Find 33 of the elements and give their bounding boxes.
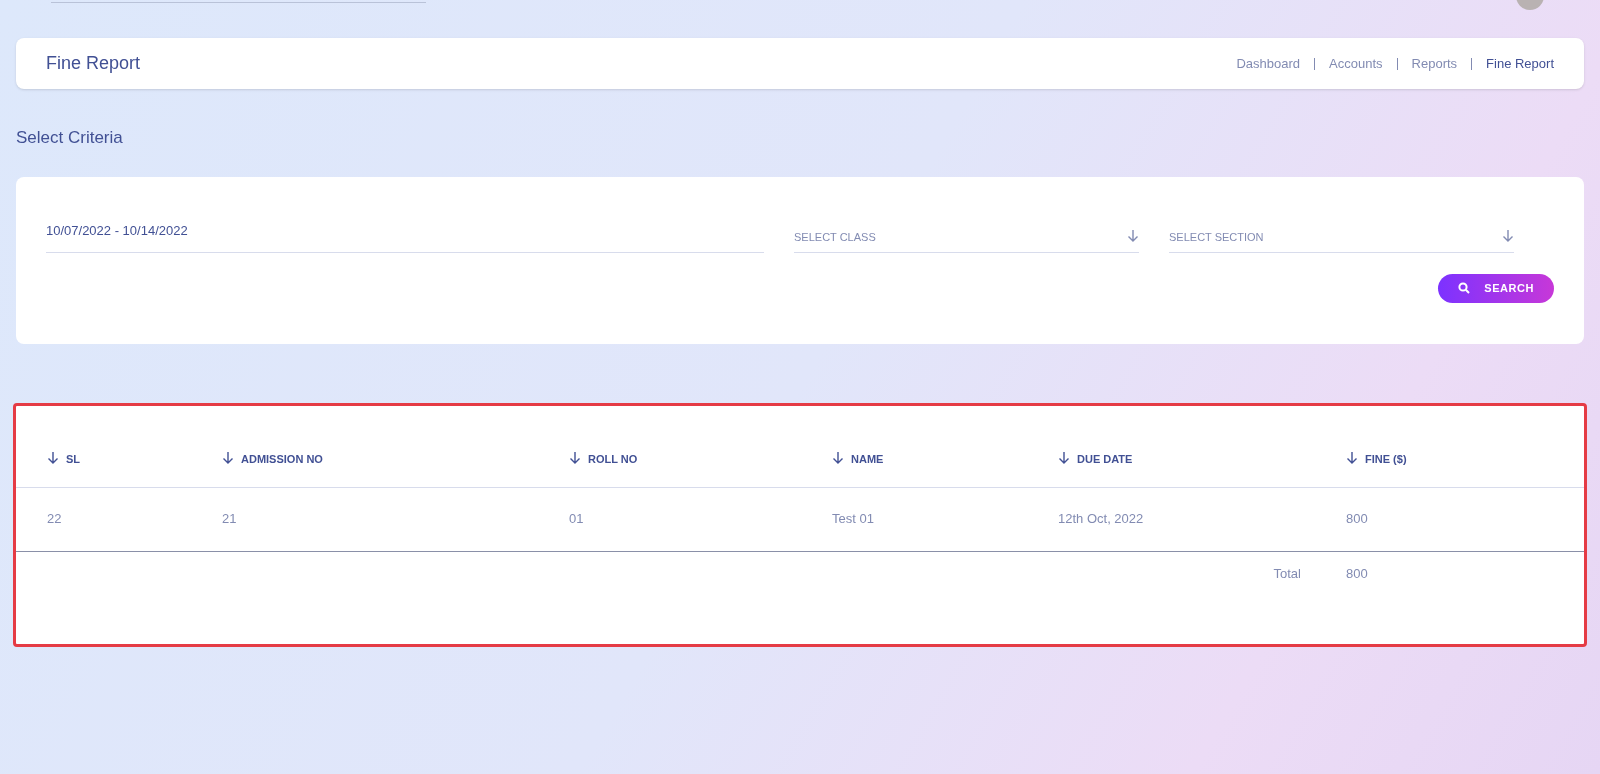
- down-arrow-icon: [1127, 228, 1139, 242]
- table-cell-text: Test 01: [832, 510, 874, 529]
- sort-arrow-icon: [47, 450, 59, 464]
- column-header[interactable]: ROLL NO: [569, 450, 638, 467]
- table-cell-text: 800: [1346, 510, 1368, 529]
- breadcrumb-link[interactable]: Reports: [1411, 53, 1458, 74]
- table-cell-text: 21: [222, 510, 237, 529]
- table-cell-text: 22: [47, 510, 62, 529]
- page-title: Fine Report: [46, 52, 141, 75]
- column-header[interactable]: DUE DATE: [1058, 450, 1133, 467]
- breadcrumb-link[interactable]: Accounts: [1329, 53, 1383, 74]
- sort-arrow-icon: [1346, 450, 1358, 464]
- breadcrumb-link[interactable]: Dashboard: [1236, 53, 1301, 74]
- section-heading: Select Criteria: [16, 127, 124, 149]
- column-header[interactable]: FINE ($): [1346, 450, 1407, 467]
- sort-arrow-icon: [569, 450, 581, 464]
- breadcrumb-link[interactable]: Fine Report: [1486, 53, 1554, 74]
- column-header[interactable]: SL: [47, 450, 81, 467]
- search-button[interactable]: SEARCH: [1438, 273, 1554, 303]
- column-header[interactable]: NAME: [832, 450, 884, 467]
- table-cell-text: 12th Oct, 2022: [1058, 510, 1144, 529]
- down-arrow-icon: [1502, 228, 1514, 242]
- search-icon: [1458, 282, 1471, 294]
- sort-arrow-icon: [1058, 450, 1070, 464]
- total-label: Total: [1273, 564, 1301, 583]
- date-range-field[interactable]: 10/07/2022 - 10/14/2022: [46, 220, 764, 253]
- total-value: 800: [1346, 564, 1368, 583]
- sort-arrow-icon: [832, 450, 844, 464]
- column-header[interactable]: ADMISSION NO: [222, 450, 323, 467]
- section-select[interactable]: SELECT SECTION: [1169, 228, 1514, 253]
- table-cell-text: 01: [569, 510, 584, 529]
- sort-arrow-icon: [222, 450, 234, 464]
- class-select[interactable]: SELECT CLASS: [794, 228, 1139, 253]
